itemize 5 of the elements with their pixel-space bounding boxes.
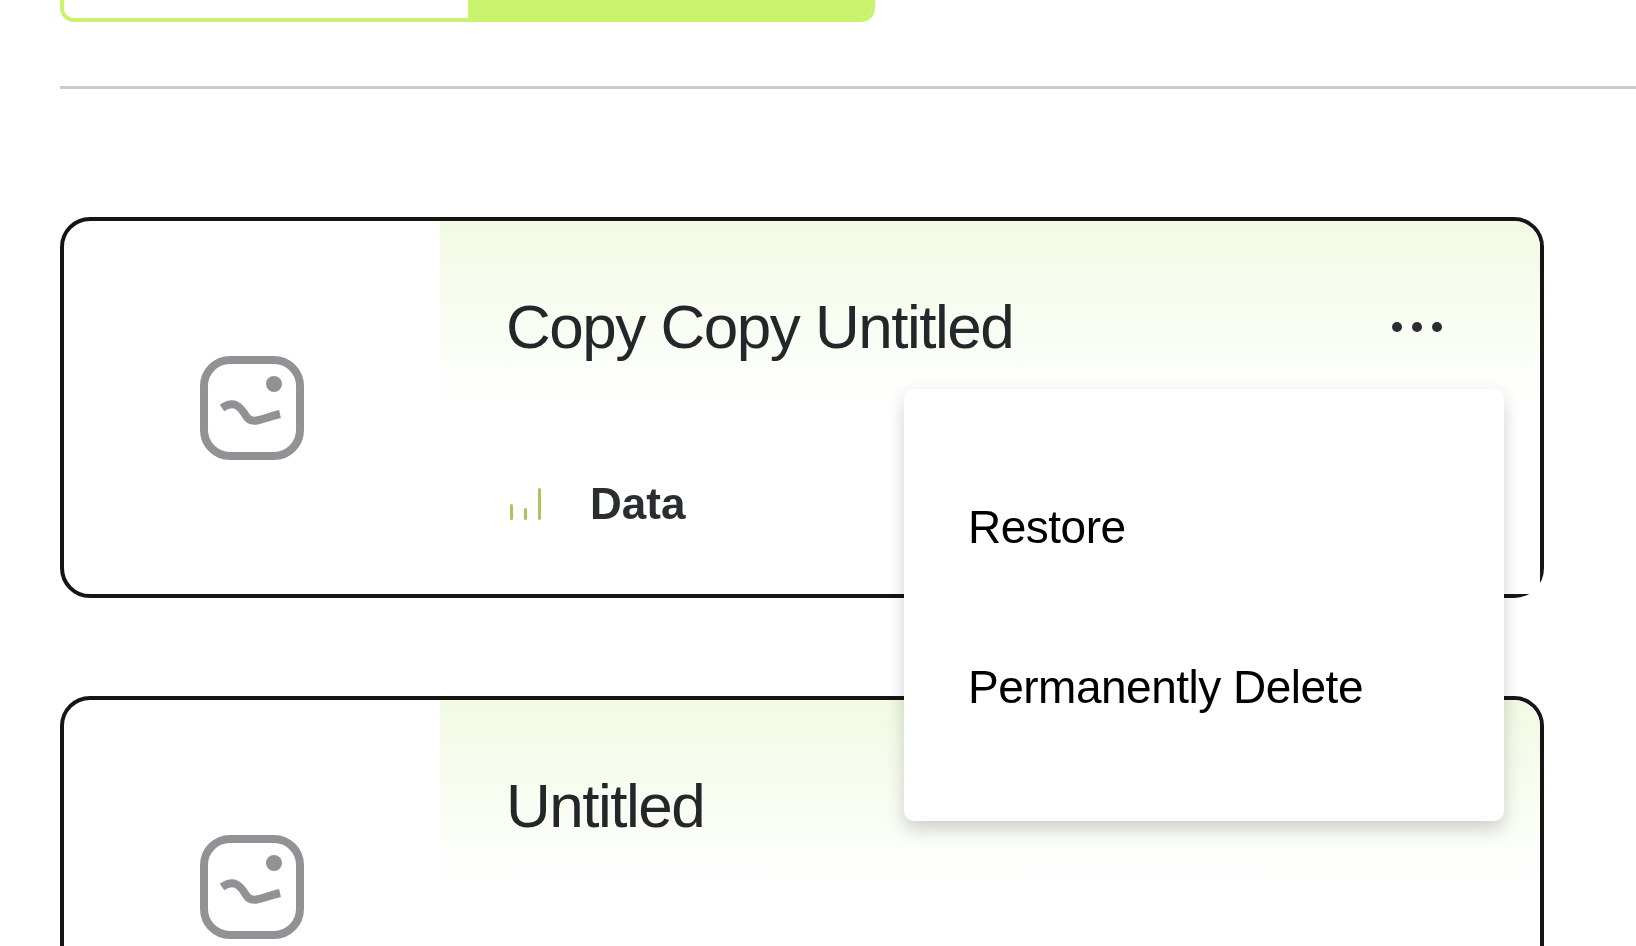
image-placeholder-icon: [200, 355, 304, 460]
card-title: Copy Copy Untitled: [506, 291, 1014, 363]
image-placeholder-icon: [200, 834, 304, 939]
menu-item[interactable]: Restore: [904, 499, 1504, 555]
type-label: Data: [590, 478, 686, 530]
